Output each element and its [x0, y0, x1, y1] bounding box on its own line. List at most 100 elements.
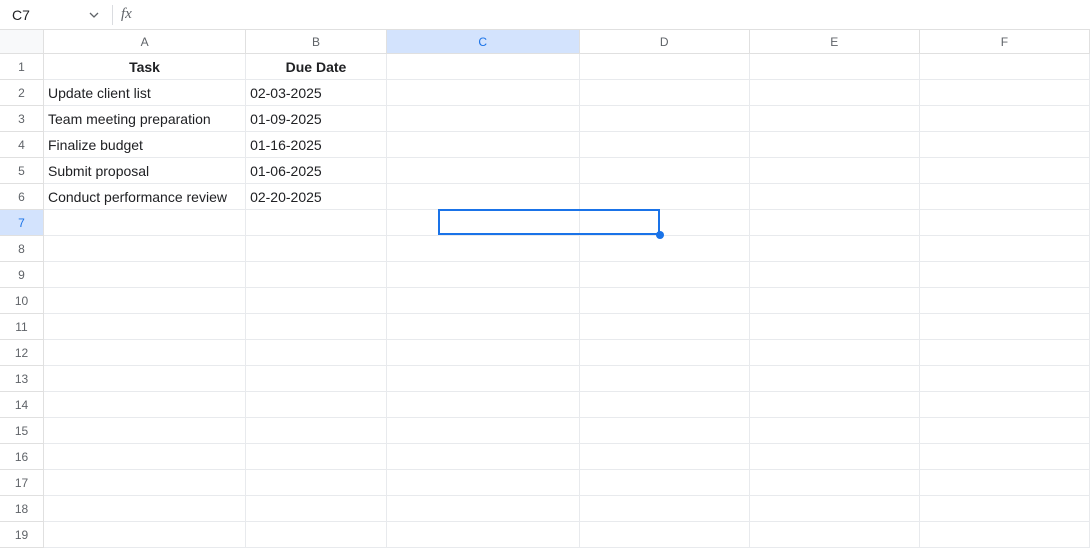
col-header-E[interactable]: E	[750, 30, 920, 54]
name-box-dropdown[interactable]	[84, 5, 104, 25]
cell-F11[interactable]	[920, 314, 1090, 340]
row-header-15[interactable]: 15	[0, 418, 44, 444]
cell-B18[interactable]	[246, 496, 387, 522]
cell-E17[interactable]	[750, 470, 920, 496]
cell-F16[interactable]	[920, 444, 1090, 470]
cell-A13[interactable]	[44, 366, 246, 392]
cell-C7[interactable]	[387, 210, 580, 236]
cell-A14[interactable]	[44, 392, 246, 418]
cell-A19[interactable]	[44, 522, 246, 548]
cell-D2[interactable]	[580, 80, 750, 106]
cell-C13[interactable]	[387, 366, 580, 392]
cell-E6[interactable]	[750, 184, 920, 210]
cell-F10[interactable]	[920, 288, 1090, 314]
cell-A17[interactable]	[44, 470, 246, 496]
col-header-D[interactable]: D	[580, 30, 750, 54]
cell-C11[interactable]	[387, 314, 580, 340]
cell-F5[interactable]	[920, 158, 1090, 184]
cell-C3[interactable]	[387, 106, 580, 132]
cell-D14[interactable]	[580, 392, 750, 418]
row-header-3[interactable]: 3	[0, 106, 44, 132]
cell-B5[interactable]: 01-06-2025	[246, 158, 387, 184]
cell-E18[interactable]	[750, 496, 920, 522]
cell-F6[interactable]	[920, 184, 1090, 210]
cell-C2[interactable]	[387, 80, 580, 106]
name-box[interactable]: C7	[4, 4, 84, 26]
cell-E19[interactable]	[750, 522, 920, 548]
row-header-16[interactable]: 16	[0, 444, 44, 470]
row-header-10[interactable]: 10	[0, 288, 44, 314]
cell-C18[interactable]	[387, 496, 580, 522]
cell-C6[interactable]	[387, 184, 580, 210]
cell-B3[interactable]: 01-09-2025	[246, 106, 387, 132]
row-header-5[interactable]: 5	[0, 158, 44, 184]
cell-F1[interactable]	[920, 54, 1090, 80]
cell-F4[interactable]	[920, 132, 1090, 158]
cell-E15[interactable]	[750, 418, 920, 444]
cell-B6[interactable]: 02-20-2025	[246, 184, 387, 210]
cell-B14[interactable]	[246, 392, 387, 418]
cell-E1[interactable]	[750, 54, 920, 80]
cell-E5[interactable]	[750, 158, 920, 184]
cell-D4[interactable]	[580, 132, 750, 158]
cell-D17[interactable]	[580, 470, 750, 496]
col-header-C[interactable]: C	[387, 30, 580, 54]
cell-A16[interactable]	[44, 444, 246, 470]
cell-B2[interactable]: 02-03-2025	[246, 80, 387, 106]
cell-A18[interactable]	[44, 496, 246, 522]
cell-F13[interactable]	[920, 366, 1090, 392]
cell-A1[interactable]: Task	[44, 54, 246, 80]
cell-B1[interactable]: Due Date	[246, 54, 387, 80]
cell-B19[interactable]	[246, 522, 387, 548]
cell-D6[interactable]	[580, 184, 750, 210]
col-header-F[interactable]: F	[920, 30, 1090, 54]
cell-B15[interactable]	[246, 418, 387, 444]
cell-D3[interactable]	[580, 106, 750, 132]
cell-F7[interactable]	[920, 210, 1090, 236]
cell-A11[interactable]	[44, 314, 246, 340]
cell-F19[interactable]	[920, 522, 1090, 548]
cell-D1[interactable]	[580, 54, 750, 80]
cell-E9[interactable]	[750, 262, 920, 288]
col-header-A[interactable]: A	[44, 30, 246, 54]
row-header-19[interactable]: 19	[0, 522, 44, 548]
cell-C4[interactable]	[387, 132, 580, 158]
cell-F3[interactable]	[920, 106, 1090, 132]
cell-C16[interactable]	[387, 444, 580, 470]
formula-input[interactable]	[140, 4, 1086, 26]
cell-F14[interactable]	[920, 392, 1090, 418]
cell-C10[interactable]	[387, 288, 580, 314]
cell-C9[interactable]	[387, 262, 580, 288]
cell-E10[interactable]	[750, 288, 920, 314]
cell-C12[interactable]	[387, 340, 580, 366]
cell-E13[interactable]	[750, 366, 920, 392]
cell-D5[interactable]	[580, 158, 750, 184]
cell-D11[interactable]	[580, 314, 750, 340]
cell-F2[interactable]	[920, 80, 1090, 106]
cell-C17[interactable]	[387, 470, 580, 496]
cell-A6[interactable]: Conduct performance review	[44, 184, 246, 210]
cell-B11[interactable]	[246, 314, 387, 340]
cell-B9[interactable]	[246, 262, 387, 288]
cell-D10[interactable]	[580, 288, 750, 314]
row-header-14[interactable]: 14	[0, 392, 44, 418]
select-all-corner[interactable]	[0, 30, 44, 54]
row-header-6[interactable]: 6	[0, 184, 44, 210]
cell-F9[interactable]	[920, 262, 1090, 288]
cell-D9[interactable]	[580, 262, 750, 288]
cell-E8[interactable]	[750, 236, 920, 262]
cell-D15[interactable]	[580, 418, 750, 444]
cell-E4[interactable]	[750, 132, 920, 158]
cell-B8[interactable]	[246, 236, 387, 262]
cell-C1[interactable]	[387, 54, 580, 80]
cell-B16[interactable]	[246, 444, 387, 470]
cell-C5[interactable]	[387, 158, 580, 184]
cell-B12[interactable]	[246, 340, 387, 366]
cell-E7[interactable]	[750, 210, 920, 236]
row-header-8[interactable]: 8	[0, 236, 44, 262]
row-header-4[interactable]: 4	[0, 132, 44, 158]
cell-C8[interactable]	[387, 236, 580, 262]
cell-A9[interactable]	[44, 262, 246, 288]
cell-D16[interactable]	[580, 444, 750, 470]
cell-F8[interactable]	[920, 236, 1090, 262]
